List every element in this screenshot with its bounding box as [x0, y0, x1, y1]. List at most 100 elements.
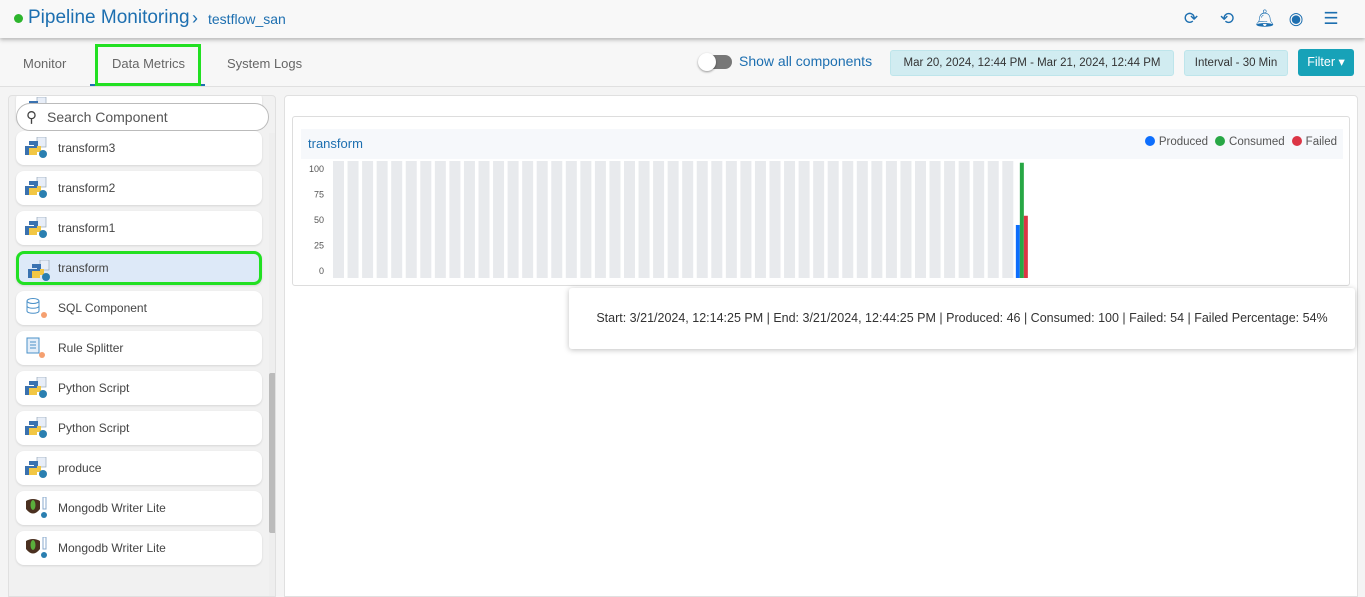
- empty-slot-bar[interactable]: [624, 161, 635, 278]
- bar-failed[interactable]: [1023, 215, 1028, 278]
- sidebar-item-label: Python Script: [58, 381, 130, 395]
- chart-plot: 100 75 50 25 0: [309, 161, 1028, 278]
- python-component-icon: [25, 416, 49, 439]
- empty-slot-bar[interactable]: [682, 161, 694, 278]
- sidebar-item-transform3[interactable]: transform3: [16, 131, 262, 165]
- page-title[interactable]: Pipeline Monitoring: [28, 7, 190, 29]
- empty-slot-bar[interactable]: [871, 161, 883, 278]
- top-header: Pipeline Monitoring › testflow_san ⟳ ⟲ 🔔…: [0, 0, 1365, 38]
- sidebar-item-mongodb-writer-lite[interactable]: Mongodb Writer Lite: [16, 531, 262, 565]
- empty-slot-bar[interactable]: [565, 161, 577, 278]
- empty-slot-bar[interactable]: [551, 161, 563, 278]
- empty-slot-bar[interactable]: [463, 161, 475, 278]
- empty-slot-bar[interactable]: [798, 161, 810, 278]
- empty-slot-bar[interactable]: [900, 161, 912, 278]
- sidebar-item-transform2[interactable]: transform2: [16, 171, 262, 205]
- sidebar-item-rule-splitter[interactable]: Rule Splitter: [16, 331, 262, 365]
- empty-slot-bar[interactable]: [885, 161, 897, 278]
- empty-slot-bar[interactable]: [333, 161, 344, 278]
- refresh-icon[interactable]: ⟳: [1181, 9, 1201, 29]
- y-tick-label: 100: [309, 164, 324, 174]
- empty-slot-bar[interactable]: [813, 161, 825, 278]
- empty-slot-bar[interactable]: [405, 161, 417, 278]
- empty-slot-bar[interactable]: [769, 161, 781, 278]
- bar-produced[interactable]: [1015, 224, 1020, 278]
- y-tick-label: 0: [319, 266, 324, 276]
- sql-component-icon: [25, 297, 49, 319]
- search-input[interactable]: [47, 108, 262, 126]
- eye-icon[interactable]: ◉: [1286, 9, 1306, 29]
- empty-slot-bar[interactable]: [609, 161, 621, 278]
- list-icon[interactable]: ☰: [1321, 9, 1341, 29]
- search-box: ⚲: [16, 103, 269, 131]
- search-icon: ⚲: [26, 109, 37, 126]
- tab-monitor[interactable]: Monitor: [23, 56, 66, 71]
- sidebar-item-python-script[interactable]: Python Script: [16, 411, 262, 445]
- sidebar-item-python-script[interactable]: Python Script: [16, 371, 262, 405]
- empty-slot-bar[interactable]: [958, 161, 970, 278]
- sidebar-item-produce[interactable]: produce: [16, 451, 262, 485]
- sidebar-item-transform[interactable]: transform: [16, 251, 262, 285]
- empty-slot-bar[interactable]: [478, 161, 490, 278]
- mongo-component-icon: [25, 536, 49, 559]
- breadcrumb-pipeline[interactable]: testflow_san: [208, 11, 286, 27]
- y-tick-label: 25: [314, 241, 324, 251]
- empty-slot-bar[interactable]: [653, 161, 665, 278]
- y-tick-label: 75: [314, 190, 324, 200]
- filter-button[interactable]: Filter ▾: [1298, 49, 1354, 76]
- empty-slot-bar[interactable]: [929, 161, 941, 278]
- interval-selector[interactable]: Interval - 30 Min: [1184, 50, 1288, 76]
- python-component-icon: [28, 259, 52, 282]
- empty-slot-bar[interactable]: [740, 161, 752, 278]
- empty-slot-bar[interactable]: [784, 161, 796, 278]
- empty-slot-bar[interactable]: [420, 161, 432, 278]
- empty-slot-bar[interactable]: [347, 161, 359, 278]
- empty-slot-bar[interactable]: [667, 161, 679, 278]
- empty-slot-bar[interactable]: [594, 161, 606, 278]
- tab-data-metrics[interactable]: Data Metrics: [112, 56, 185, 71]
- empty-slot-bar[interactable]: [842, 161, 854, 278]
- python-component-icon: [25, 376, 49, 399]
- show-all-toggle[interactable]: [698, 53, 732, 71]
- date-range-picker[interactable]: Mar 20, 2024, 12:44 PM - Mar 21, 2024, 1…: [890, 50, 1174, 76]
- y-tick-label: 50: [314, 215, 324, 225]
- alert-bell-icon[interactable]: 🔔︎: [1254, 9, 1276, 29]
- empty-slot-bar[interactable]: [493, 161, 505, 278]
- empty-slot-bar[interactable]: [376, 161, 388, 278]
- empty-slot-bar[interactable]: [987, 161, 999, 278]
- empty-slot-bar[interactable]: [522, 161, 534, 278]
- bar-consumed[interactable]: [1019, 162, 1024, 278]
- sidebar-item-label: SQL Component: [58, 301, 147, 315]
- sidebar-item-sql-component[interactable]: SQL Component: [16, 291, 262, 325]
- python-component-icon: [25, 136, 49, 159]
- empty-slot-bar[interactable]: [638, 161, 650, 278]
- empty-slot-bar[interactable]: [827, 161, 839, 278]
- empty-slot-bar[interactable]: [856, 161, 868, 278]
- empty-slot-bar[interactable]: [711, 161, 723, 278]
- history-icon[interactable]: ⟲: [1217, 9, 1237, 29]
- show-all-label[interactable]: Show all components: [739, 53, 872, 69]
- empty-slot-bar[interactable]: [1002, 161, 1014, 278]
- sidebar-item-transform1[interactable]: transform1: [16, 211, 262, 245]
- sidebar-item-mongodb-writer-lite[interactable]: Mongodb Writer Lite: [16, 491, 262, 525]
- empty-slot-bar[interactable]: [507, 161, 519, 278]
- empty-slot-bar[interactable]: [434, 161, 446, 278]
- scrollbar-thumb[interactable]: [269, 373, 275, 533]
- tab-system-logs[interactable]: System Logs: [227, 56, 302, 71]
- empty-slot-bar[interactable]: [725, 161, 737, 278]
- empty-slot-bar[interactable]: [536, 161, 548, 278]
- empty-slot-bar[interactable]: [362, 161, 374, 278]
- python-component-icon: [25, 176, 49, 199]
- scrollbar[interactable]: [269, 133, 275, 596]
- empty-slot-bar[interactable]: [754, 161, 766, 278]
- sidebar-item-label: transform3: [58, 141, 116, 155]
- empty-slot-bar[interactable]: [944, 161, 956, 278]
- rule-component-icon: [25, 337, 49, 359]
- sidebar-item-label: transform1: [58, 221, 116, 235]
- empty-slot-bar[interactable]: [973, 161, 985, 278]
- empty-slot-bar[interactable]: [449, 161, 461, 278]
- empty-slot-bar[interactable]: [391, 161, 403, 278]
- empty-slot-bar[interactable]: [915, 161, 926, 278]
- empty-slot-bar[interactable]: [580, 161, 592, 278]
- empty-slot-bar[interactable]: [696, 161, 708, 278]
